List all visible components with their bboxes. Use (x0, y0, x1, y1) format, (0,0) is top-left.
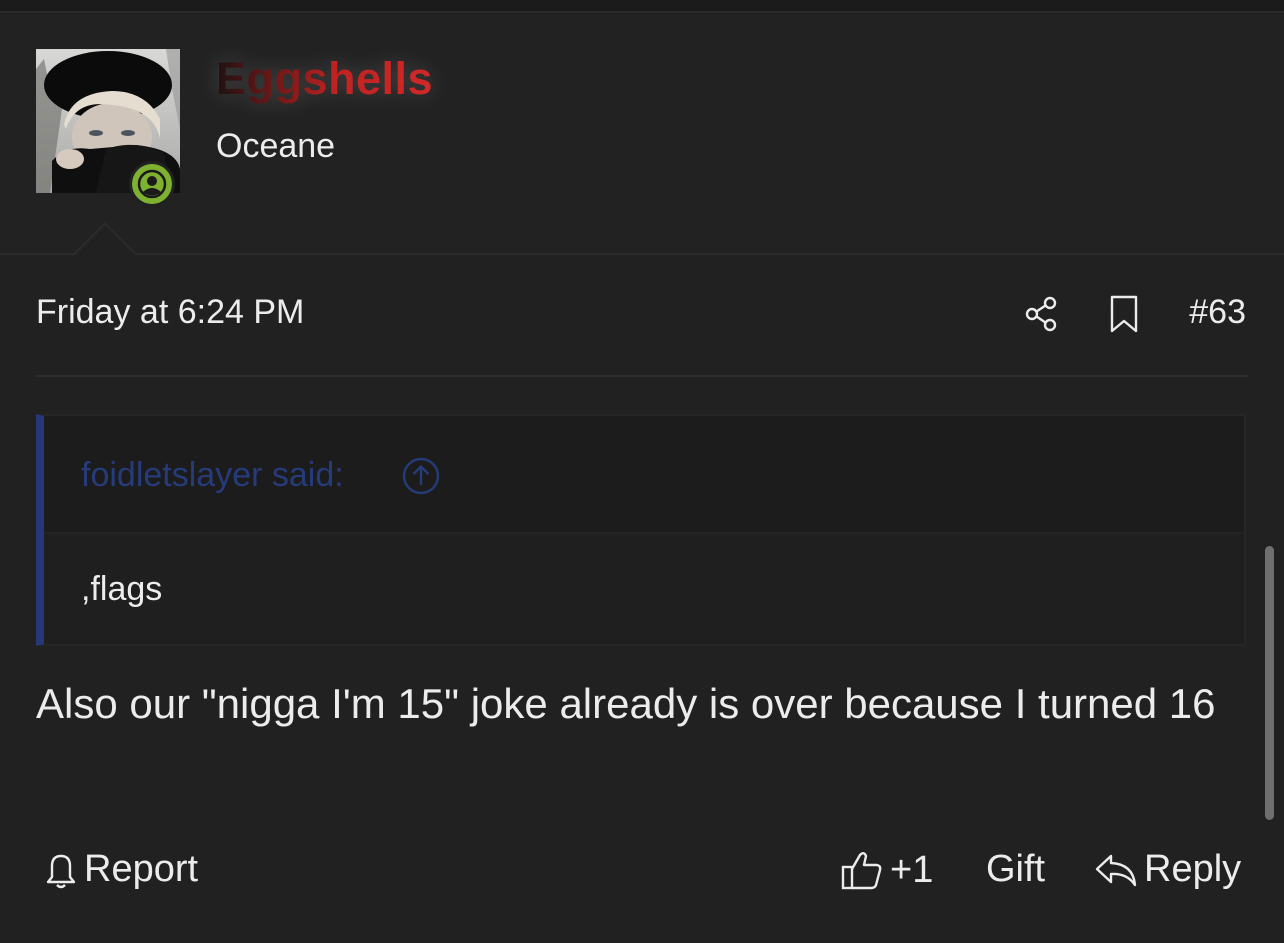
reply-icon (1095, 854, 1137, 886)
post-page: Eggshells Oceane Friday at 6:24 PM #63 f… (0, 0, 1284, 943)
quote-author[interactable]: foidletslayer said: (81, 456, 344, 495)
user-title: Oceane (216, 127, 336, 165)
reply-label: Reply (1144, 848, 1242, 890)
meta-divider (36, 375, 1248, 377)
quote-header: foidletslayer said: (44, 416, 1244, 534)
bell-icon (46, 854, 76, 888)
arrow-up-circle-icon[interactable] (401, 456, 441, 496)
thumbs-up-icon (841, 852, 882, 890)
quote-text: ,flags (81, 570, 163, 608)
quote-body: ,flags (44, 534, 1244, 644)
user-icon (137, 169, 167, 199)
report-button[interactable]: Report (44, 848, 198, 891)
like-count: +1 (890, 848, 934, 891)
scrollbar[interactable] (1265, 546, 1274, 820)
header-pointer-fill (74, 225, 136, 256)
gift-label: Gift (986, 848, 1046, 890)
like-button[interactable]: +1 (840, 848, 933, 892)
reply-button[interactable]: Reply (1094, 848, 1241, 891)
report-label: Report (84, 848, 199, 890)
post-timestamp[interactable]: Friday at 6:24 PM (36, 293, 304, 332)
top-divider (0, 0, 1284, 13)
online-status-badge (129, 161, 175, 207)
gift-button[interactable]: Gift (986, 848, 1045, 891)
quote-block: foidletslayer said: ,flags (36, 414, 1246, 646)
bookmark-icon[interactable] (1104, 294, 1144, 334)
username-link[interactable]: Eggshells (216, 53, 433, 105)
post-number-link[interactable]: #63 (1189, 293, 1246, 332)
post-user-header: Eggshells Oceane (0, 13, 1284, 255)
share-icon[interactable] (1022, 294, 1062, 334)
post-message: Also our "nigga I'm 15" joke already is … (36, 680, 1216, 727)
